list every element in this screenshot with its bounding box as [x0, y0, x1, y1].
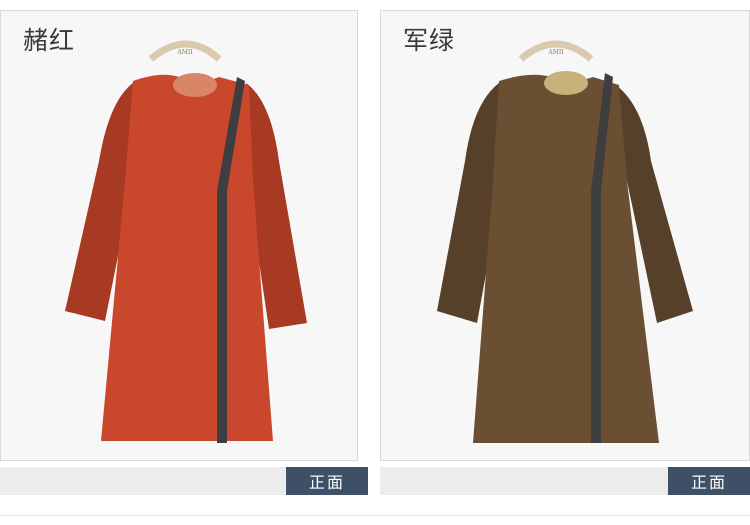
bottom-divider: [0, 515, 750, 516]
product-panel-green: 军绿 AMII: [380, 10, 750, 461]
dress-image-red: AMII: [65, 40, 307, 443]
view-tag-red: 正面: [286, 467, 368, 495]
product-panel-red: 赭红 AMII: [0, 10, 358, 461]
neckline-green: [544, 71, 588, 95]
dress-image-green: AMII: [437, 40, 693, 443]
neckline-red: [173, 73, 217, 97]
view-tag-green: 正面: [668, 467, 750, 495]
caption-bar-red: 正面: [0, 467, 368, 495]
hanger-label-green: AMII: [547, 49, 564, 56]
hanger-label-red: AMII: [176, 49, 193, 56]
caption-bar-green: 正面: [380, 467, 750, 495]
